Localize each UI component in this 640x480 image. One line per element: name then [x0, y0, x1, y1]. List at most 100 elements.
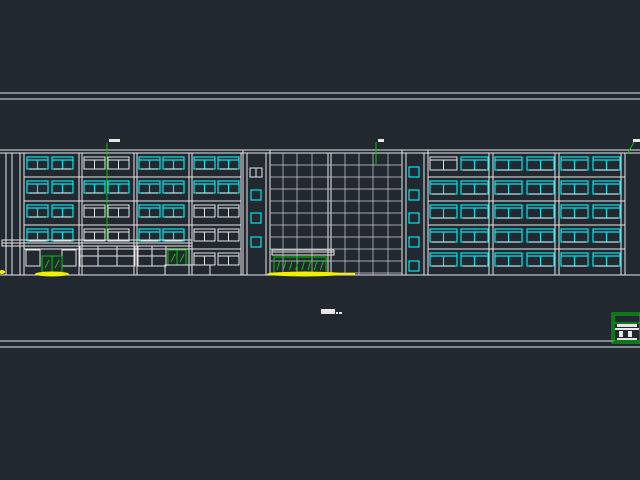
window [560, 228, 589, 243]
stair-tower-left [242, 150, 271, 275]
window [138, 204, 161, 218]
left-wing [1, 153, 242, 276]
cad-elevation-drawing: .lw{stroke:#e6e6e6;stroke-width:1;fill:n… [0, 92, 640, 348]
window [138, 156, 161, 170]
window [494, 156, 523, 171]
window [460, 156, 489, 171]
window [83, 204, 106, 218]
window [592, 204, 621, 219]
window [138, 228, 161, 242]
stair-window [408, 166, 420, 178]
window [560, 156, 589, 171]
window [162, 204, 185, 218]
window [217, 252, 240, 266]
middle-entrance-door [167, 249, 187, 266]
window [51, 228, 74, 242]
window [560, 252, 589, 267]
window [26, 228, 49, 242]
window [162, 156, 185, 170]
lower-block [164, 264, 211, 276]
window [592, 156, 621, 171]
window [107, 180, 130, 194]
window [193, 156, 216, 170]
window [217, 180, 240, 194]
window [460, 228, 489, 243]
door-leaf [307, 259, 312, 271]
window [217, 156, 240, 170]
scale-bar [321, 309, 342, 314]
stair-window [408, 212, 420, 224]
window [494, 252, 523, 267]
window [193, 204, 216, 218]
window [494, 180, 523, 195]
window [162, 228, 185, 242]
window [83, 180, 106, 194]
stair-window [250, 189, 262, 201]
window [526, 252, 555, 267]
ground-planting [0, 270, 355, 277]
window [193, 180, 216, 194]
window [526, 204, 555, 219]
window [107, 228, 130, 242]
door-leaf [276, 259, 281, 271]
window [217, 228, 240, 242]
window [51, 204, 74, 218]
left-entrance-door [41, 255, 63, 273]
window [429, 180, 458, 195]
door-leaf [282, 259, 287, 271]
right-wing-windows [429, 156, 621, 267]
window [429, 252, 458, 267]
window [429, 204, 458, 219]
window [83, 228, 106, 242]
window [592, 180, 621, 195]
window [26, 156, 49, 170]
window [193, 228, 216, 242]
stair-window [408, 236, 420, 248]
stair-window [250, 236, 262, 248]
entrance-canopy [1, 239, 193, 267]
window [526, 156, 555, 171]
window [526, 228, 555, 243]
flag-pole-center [375, 139, 384, 165]
window [429, 156, 458, 171]
window [460, 252, 489, 267]
stair-window [408, 189, 420, 201]
stair-window [250, 212, 262, 224]
window [460, 204, 489, 219]
window [494, 204, 523, 219]
window [83, 156, 106, 170]
window [26, 180, 49, 194]
door-leaf [301, 259, 306, 271]
door-leaf [288, 259, 293, 271]
flag-pole-right [627, 139, 640, 154]
stair-tower-right [401, 150, 429, 275]
central-entrance-door [273, 256, 327, 274]
left-edge-columns [5, 153, 25, 275]
window [560, 204, 589, 219]
window [51, 156, 74, 170]
door-leaf [319, 259, 324, 271]
window [107, 156, 130, 170]
window [494, 228, 523, 243]
stair-window [408, 260, 420, 272]
window [26, 204, 49, 218]
window [51, 180, 74, 194]
window [138, 180, 161, 194]
window [107, 204, 130, 218]
window [193, 252, 216, 266]
window [460, 180, 489, 195]
left-wing-floor-lines [24, 176, 241, 250]
building-elevation [0, 139, 640, 277]
window [217, 204, 240, 218]
building-stamp-icon [611, 312, 640, 344]
window [592, 252, 621, 267]
window [162, 180, 185, 194]
frame-border-lines [0, 92, 640, 348]
window [592, 228, 621, 243]
left-wing-columns [23, 153, 242, 275]
window [526, 180, 555, 195]
door-leaf [313, 259, 318, 271]
right-wing [427, 153, 626, 275]
window [429, 228, 458, 243]
window [560, 180, 589, 195]
